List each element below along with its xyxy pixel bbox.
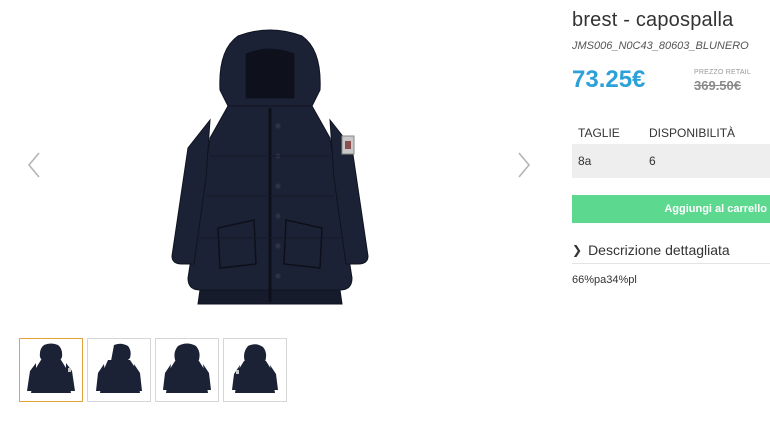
jacket-front-thumbnail: [27, 343, 75, 393]
main-product-image: [160, 28, 380, 308]
product-price: 73.25€: [572, 66, 646, 93]
chevron-left-icon: [27, 152, 40, 178]
add-to-cart-button[interactable]: Aggiungi al carrello: [572, 195, 770, 223]
size-value: 8a: [578, 154, 592, 168]
product-gallery: [0, 0, 560, 330]
availability-column-header: DISPONIBILITÀ: [649, 126, 736, 140]
jacket-back-thumbnail: [163, 343, 211, 393]
divider: [572, 263, 770, 264]
thumbnail-strip: [19, 338, 287, 402]
product-title: brest - capospalla: [572, 9, 734, 31]
retail-price-label: PREZZO RETAIL: [694, 69, 751, 76]
chevron-right-icon: [518, 152, 531, 178]
thumbnail-2[interactable]: [87, 338, 151, 402]
description-toggle[interactable]: ❯ Descrizione dettagliata: [572, 242, 730, 258]
availability-value: 6: [649, 154, 656, 168]
chevron-right-icon: ❯: [572, 243, 583, 257]
gallery-next-button[interactable]: [511, 148, 537, 182]
thumbnail-3[interactable]: [155, 338, 219, 402]
jacket-back-side-thumbnail: [232, 344, 278, 393]
description-toggle-label: Descrizione dettagliata: [588, 242, 730, 258]
jacket-image: [171, 29, 369, 305]
size-column-header: TAGLIE: [578, 126, 620, 140]
product-sku: JMS006_N0C43_80603_BLUNERO: [572, 40, 749, 52]
thumbnail-4[interactable]: [223, 338, 287, 402]
product-info-panel: brest - capospalla JMS006_N0C43_80603_BL…: [572, 0, 770, 423]
size-table-header: TAGLIE DISPONIBILITÀ: [572, 122, 770, 144]
composition-text: 66%pa34%pl: [572, 274, 637, 286]
retail-price: 369.50€: [694, 78, 741, 93]
thumbnail-1[interactable]: [19, 338, 83, 402]
gallery-prev-button[interactable]: [21, 148, 47, 182]
size-table: TAGLIE DISPONIBILITÀ 8a 6: [572, 122, 770, 178]
size-row[interactable]: 8a 6: [572, 144, 770, 178]
jacket-front-side-thumbnail: [96, 343, 142, 393]
